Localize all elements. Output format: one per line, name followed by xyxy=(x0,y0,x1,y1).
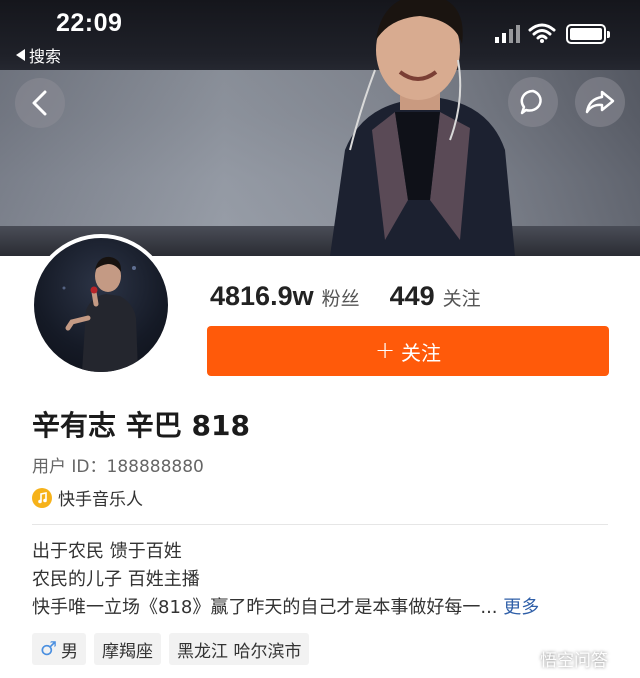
wifi-icon xyxy=(528,23,556,43)
followers-label[interactable]: 粉丝 xyxy=(322,284,360,311)
comment-icon xyxy=(520,89,542,115)
following-label[interactable]: 关注 xyxy=(443,284,481,311)
followers-count[interactable]: 4816.9w xyxy=(210,281,314,312)
bio-more-link[interactable]: 更多 xyxy=(503,597,539,618)
musician-badge-label: 快手音乐人 xyxy=(58,490,143,510)
profile-name: 辛有志 辛巴 818 xyxy=(32,409,250,442)
share-button[interactable] xyxy=(575,77,625,127)
back-app-label: 搜索 xyxy=(29,47,62,66)
watermark-logo-icon xyxy=(511,649,535,670)
following-count[interactable]: 449 xyxy=(390,281,435,312)
music-note-icon xyxy=(32,487,52,508)
zodiac-tag: 摩羯座 xyxy=(94,633,162,665)
male-icon: ♂ xyxy=(40,638,58,660)
follow-button[interactable]: + 关注 xyxy=(207,326,609,376)
avatar-photo xyxy=(62,256,138,372)
battery-icon xyxy=(566,24,610,44)
bio-line: 农民的儿子 百姓主播 xyxy=(32,569,200,590)
comment-button[interactable] xyxy=(508,77,558,127)
bio-line-text: 快手唯一立场《818》赢了昨天的自己才是本事做好每一... xyxy=(32,597,498,618)
gender-label: 男 xyxy=(61,641,79,662)
back-triangle-icon xyxy=(16,49,25,61)
signal-icon xyxy=(495,25,520,43)
back-to-app-link[interactable]: 搜索 xyxy=(16,43,61,67)
avatar[interactable] xyxy=(30,234,172,376)
location-label: 黑龙江 哈尔滨市 xyxy=(177,641,302,662)
follow-button-label: 关注 xyxy=(401,340,442,365)
location-tag: 黑龙江 哈尔滨市 xyxy=(169,633,310,665)
divider xyxy=(32,524,608,525)
profile-tags: ♂ 男 摩羯座 黑龙江 哈尔滨市 xyxy=(32,633,310,665)
profile-bio: 出于农民 馈于百姓 农民的儿子 百姓主播 快手唯一立场《818》赢了昨天的自己才… xyxy=(32,538,539,622)
bio-line: 出于农民 馈于百姓 xyxy=(32,541,182,562)
status-bar: 22:09 搜索 xyxy=(0,0,640,66)
status-time: 22:09 xyxy=(56,9,123,37)
watermark-text: 悟空问答 xyxy=(540,651,608,671)
back-button[interactable] xyxy=(15,78,65,128)
user-id: 用户 ID：188888880 xyxy=(32,457,204,477)
profile-stats: 4816.9w 粉丝 449 关注 xyxy=(210,281,481,312)
gender-tag: ♂ 男 xyxy=(32,633,87,665)
plus-icon: + xyxy=(374,336,396,364)
bio-line: 快手唯一立场《818》赢了昨天的自己才是本事做好每一... 更多 xyxy=(32,594,539,622)
zodiac-label: 摩羯座 xyxy=(102,641,154,662)
musician-badge[interactable]: 快手音乐人 xyxy=(32,485,143,510)
share-icon xyxy=(585,90,615,114)
back-arrow-icon xyxy=(32,90,47,116)
watermark: 悟空问答 xyxy=(510,646,608,671)
